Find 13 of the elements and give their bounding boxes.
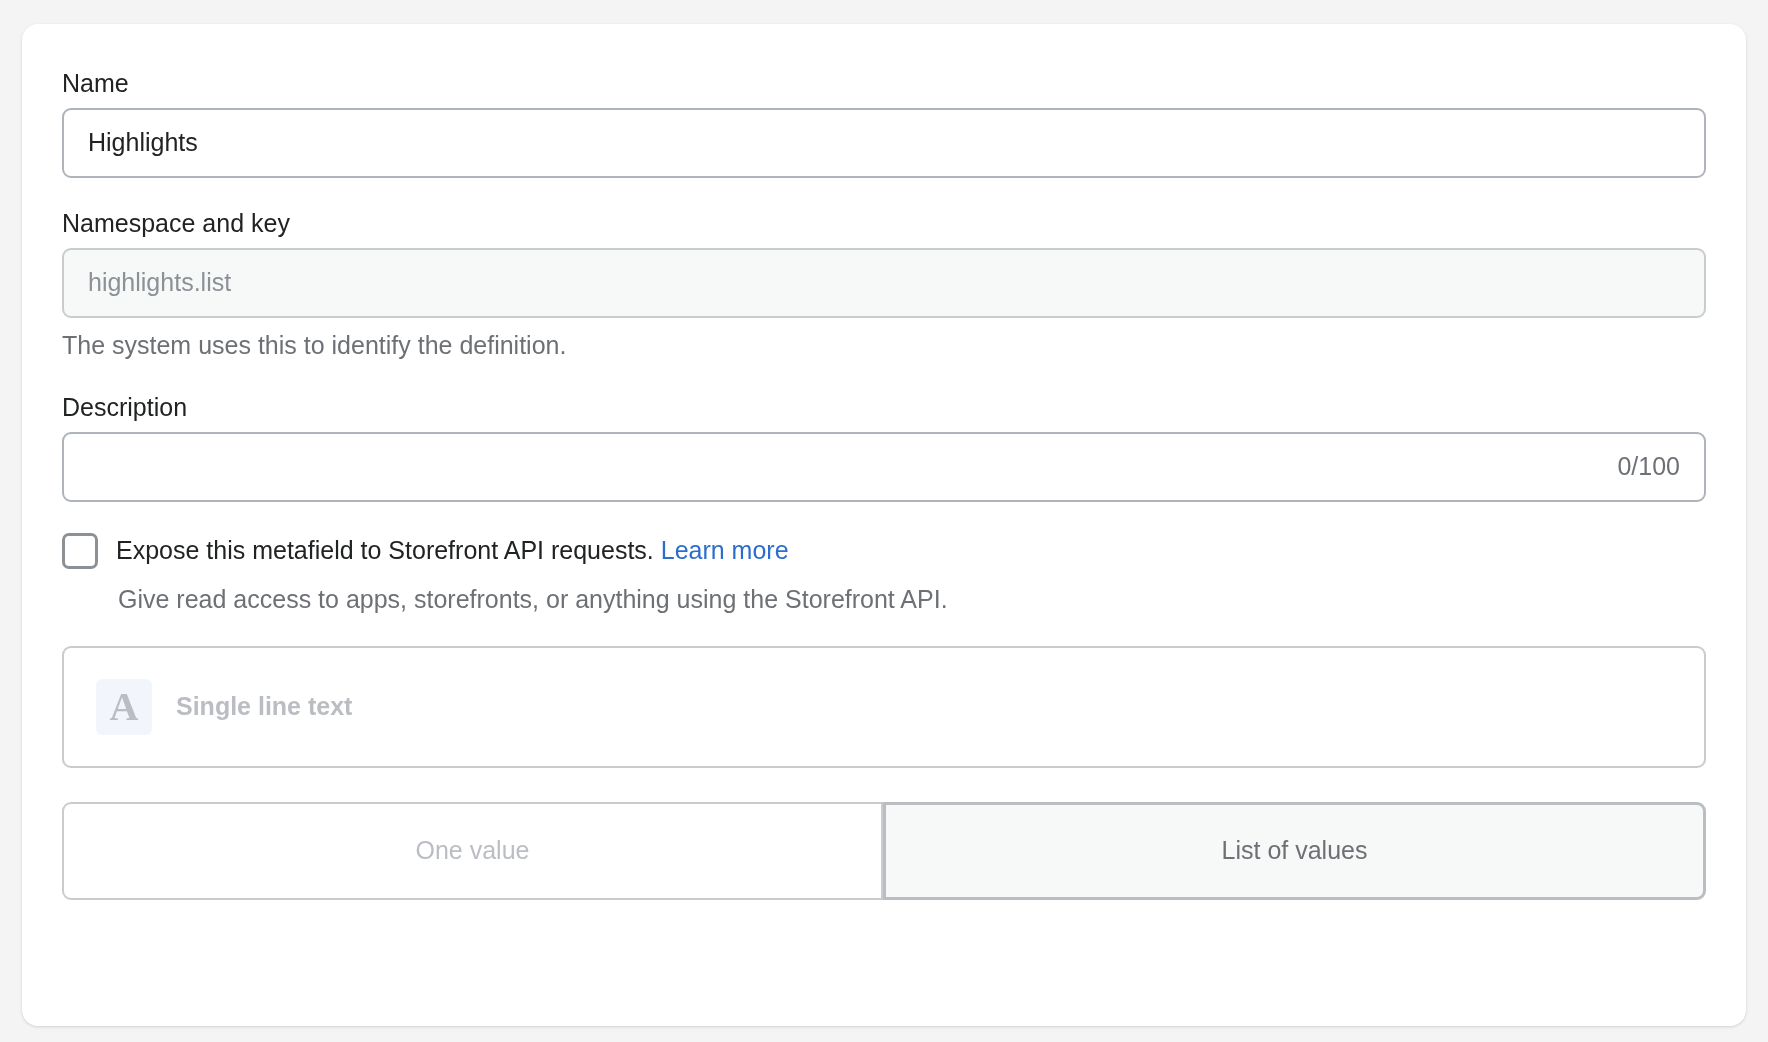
option-toggle[interactable]: List of values	[883, 801, 1706, 900]
input-field[interactable]: Highlights	[62, 108, 1706, 178]
input-field[interactable]: 0/100	[62, 432, 1706, 502]
field-label: Description	[62, 392, 189, 423]
help-text: The system uses this to identify the definition.	[62, 330, 568, 361]
field-label: Namespace and key	[62, 208, 291, 239]
checkbox[interactable]	[62, 532, 98, 569]
help-text: Give read access to apps, storefronts, or anything using the Storefront API.	[118, 583, 949, 615]
letter-icon: A	[96, 678, 152, 735]
type-label: Single line text	[176, 690, 353, 722]
field-label: Name	[62, 68, 130, 99]
checkbox-label: Expose this metafield to Storefront API requests. Learn more	[116, 535, 789, 566]
learn-more-link[interactable]: Learn more	[660, 536, 789, 564]
